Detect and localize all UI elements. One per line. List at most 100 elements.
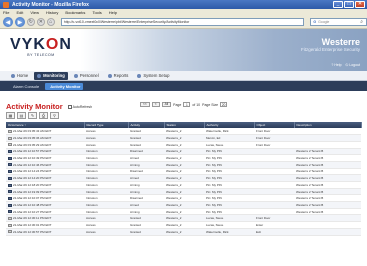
subtab-activity-monitor[interactable]: Activity Monitor — [45, 82, 84, 90]
home-button[interactable]: ⌂ — [46, 18, 55, 26]
tab-reports[interactable]: Reports — [105, 72, 132, 79]
table-cell: Lucas, Steve — [204, 141, 254, 149]
back-button[interactable]: ◀ — [3, 17, 13, 27]
menu-file[interactable]: File — [3, 10, 9, 15]
table-cell: Disarmed — [128, 148, 164, 156]
first-page-button[interactable]: << — [140, 102, 150, 107]
all-button[interactable]: All — [161, 102, 172, 107]
menu-edit[interactable]: Edit — [16, 10, 23, 15]
maximize-button[interactable]: □ — [344, 1, 354, 8]
subtab-alarm-console[interactable]: Alarm Console — [8, 83, 42, 90]
table-row[interactable]: 21-Mar-09 03:05:43 AM EDT Access Granted We… — [6, 128, 361, 136]
table-cell: Westerre_2 — [164, 221, 204, 229]
table-cell: 21-Mar-09 12:30:11 PM EDT — [6, 214, 84, 223]
menu-tools[interactable]: Tools — [92, 10, 101, 15]
print-icon[interactable]: ⎙ — [39, 112, 48, 119]
firefox-icon — [3, 1, 9, 8]
main-content: Activity Monitor AutoRefresh << < All Pa… — [0, 91, 367, 266]
access-icon — [8, 230, 12, 234]
table-row[interactable]: 21-Mar-09 12:19:09 PM EDT Intrusion Arming… — [6, 188, 361, 196]
autorefresh-checkbox[interactable] — [67, 104, 72, 109]
edit-icon[interactable]: ✎ — [28, 112, 37, 119]
table-cell: 21-Mar-09 03:05:29 AM EDT — [6, 141, 84, 149]
table-cell: Pin: My PIN — [204, 154, 254, 162]
table-cell: Pin: My PIN — [204, 161, 254, 169]
table-cell — [254, 161, 294, 169]
table-cell — [294, 128, 361, 136]
table-cell — [254, 201, 294, 209]
table-row[interactable]: 21-Mar-09 03:05:36 AM EDT Access Granted We… — [6, 134, 361, 142]
google-icon: G — [313, 20, 317, 24]
prev-page-button[interactable]: < — [151, 102, 160, 107]
table-cell: Westerre 2 Tenant B — [294, 194, 361, 203]
tab-home[interactable]: Home — [8, 72, 31, 79]
autorefresh-toggle[interactable]: AutoRefresh — [67, 104, 92, 109]
table-row[interactable]: 21-Mar-09 12:30:01 PM EDT Access Granted We… — [6, 221, 361, 229]
table-cell: 21-Mar-09 12:10:07 PM EDT — [6, 194, 84, 203]
table-row[interactable]: 21-Mar-09 12:10:49 PM EDT Intrusion Armed W… — [6, 154, 361, 162]
filter-icon[interactable]: ⚲ — [50, 112, 59, 119]
table-cell — [254, 168, 294, 176]
stop-button[interactable]: ✕ — [36, 18, 45, 26]
table-cell: 21-Mar-09 12:30:01 PM EDT — [6, 221, 84, 229]
table-cell: 21-Mar-09 03:05:43 AM EDT — [6, 128, 84, 136]
table-cell: 21-Mar-09 12:10:27 PM EDT — [6, 208, 84, 216]
page-header: Activity Monitor AutoRefresh — [6, 102, 92, 111]
forward-button[interactable]: ▶ — [14, 17, 25, 27]
table-cell: Arming — [128, 161, 164, 169]
grid-icon[interactable]: ▦ — [6, 112, 15, 119]
intrusion-icon — [8, 203, 12, 207]
search-input[interactable]: G Google — [310, 18, 367, 26]
intrusion-icon — [8, 210, 12, 214]
intrusion-icon — [8, 156, 12, 160]
table-cell: Westerre_2 — [164, 201, 204, 209]
table-row[interactable]: 21-Mar-09 12:10:07 PM EDT Intrusion Disarm… — [6, 194, 361, 203]
close-button[interactable]: ✕ — [355, 1, 365, 8]
table-cell — [294, 134, 361, 142]
table-cell: 21-Mar-09 12:19:09 PM EDT — [6, 188, 84, 196]
table-row[interactable]: 21-Mar-09 12:18:20 PM EDT Intrusion Arming… — [6, 181, 361, 189]
intrusion-icon — [8, 170, 12, 174]
table-row[interactable]: 21-Mar-09 12:30:57 PM EDT Access Granted We… — [6, 228, 361, 236]
table-row[interactable]: 21-Mar-09 12:14:20 PM EDT Intrusion Armed W… — [6, 174, 361, 182]
table-cell — [294, 141, 361, 149]
page-input[interactable]: 1 — [183, 102, 191, 107]
table-row[interactable]: 21-Mar-09 12:10:46 PM EDT Intrusion Arming… — [6, 161, 361, 169]
reload-button[interactable]: ↻ — [26, 18, 35, 26]
pager: << < All Page 1 of 10 Page Size 20 — [140, 102, 228, 107]
menu-bookmarks[interactable]: Bookmarks — [65, 10, 85, 15]
help-link[interactable]: ? Help — [331, 63, 341, 67]
search-icon[interactable]: ⌕ — [360, 19, 363, 25]
monitor-icon — [37, 73, 42, 78]
table-cell: Westerre_2 — [164, 188, 204, 196]
page-size-input[interactable]: 20 — [220, 102, 228, 107]
table-row[interactable]: 21-Mar-09 03:05:29 AM EDT Access Granted We… — [6, 141, 361, 149]
list-icon[interactable]: ▤ — [17, 112, 26, 119]
table-cell: Mervin, Ed — [204, 134, 254, 142]
menu-history[interactable]: History — [46, 10, 58, 15]
table-cell: 21-Mar-09 12:18:20 PM EDT — [6, 181, 84, 189]
table-cell: Disarmed — [128, 194, 164, 203]
access-icon — [8, 129, 12, 133]
table-cell: Granted — [128, 128, 164, 136]
table-row[interactable]: 21-Mar-09 12:10:57 PM EDT Intrusion Disarm… — [6, 148, 361, 156]
table-cell: Westerre_2 — [164, 208, 204, 216]
table-cell: 21-Mar-09 12:14:24 PM EDT — [6, 168, 84, 176]
tab-monitoring[interactable]: Monitoring — [34, 71, 68, 80]
table-cell: Intrusion — [84, 168, 128, 176]
table-cell: Westerre_2 — [164, 128, 204, 136]
table-row[interactable]: 21-Mar-09 12:14:24 PM EDT Intrusion Disarm… — [6, 168, 361, 176]
menu-help[interactable]: Help — [109, 10, 117, 15]
minimize-button[interactable]: _ — [333, 1, 343, 8]
menu-view[interactable]: View — [30, 10, 39, 15]
table-row[interactable]: 21-Mar-09 12:30:11 PM EDT Access Granted We… — [6, 214, 361, 223]
table-cell: Granted — [128, 134, 164, 142]
page-size-label: Page Size — [202, 102, 219, 107]
tab-system-setup[interactable]: System Setup — [134, 72, 172, 79]
table-row[interactable]: 21-Mar-09 12:10:48 PM EDT Intrusion Armed W… — [6, 201, 361, 209]
table-row[interactable]: 21-Mar-09 12:10:27 PM EDT Intrusion Arming… — [6, 208, 361, 216]
tab-personnel[interactable]: Personnel — [71, 72, 102, 79]
logout-link[interactable]: ⏻ Logout — [346, 63, 360, 67]
address-bar[interactable]: http://c-vxt10-vmext0c0/Westerre/pbt/Wes… — [60, 18, 305, 26]
table-cell: Access — [84, 134, 128, 142]
